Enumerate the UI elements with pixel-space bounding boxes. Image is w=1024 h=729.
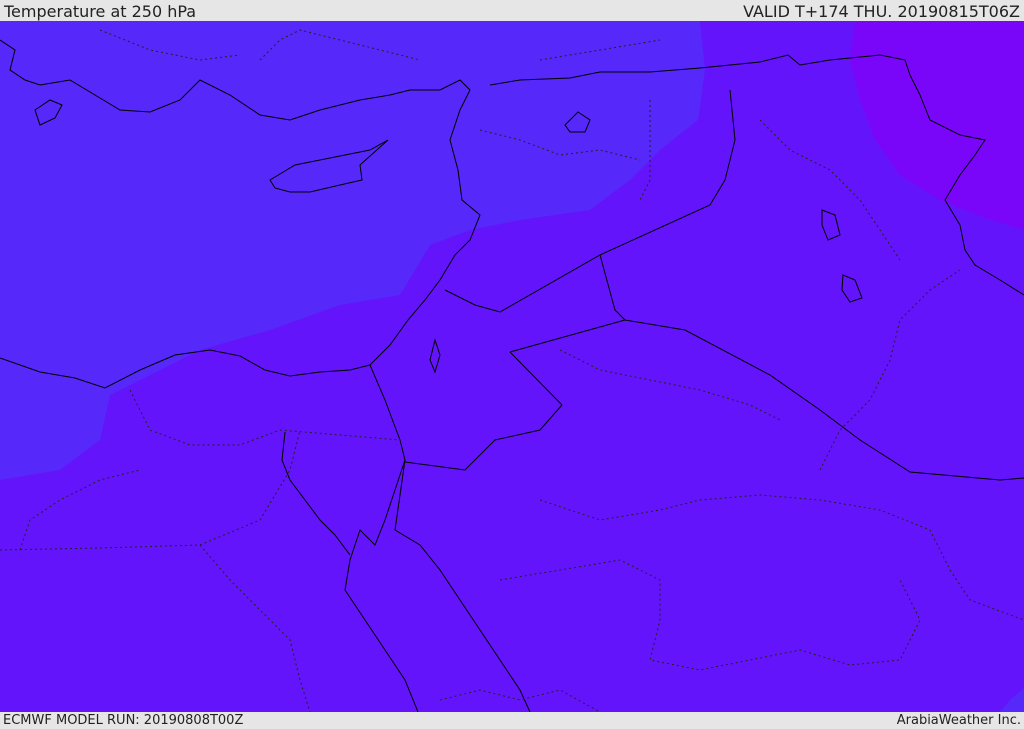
model-run: ECMWF MODEL RUN: 20190808T00Z [3,713,244,728]
credit: ArabiaWeather Inc. [896,713,1021,728]
footer-bar: ECMWF MODEL RUN: 20190808T00Z ArabiaWeat… [0,712,1024,729]
weather-map [0,21,1024,712]
map-title: Temperature at 250 hPa [4,2,197,21]
header-bar: Temperature at 250 hPa VALID T+174 THU. … [0,0,1024,21]
valid-time: VALID T+174 THU. 20190815T06Z [743,2,1020,21]
